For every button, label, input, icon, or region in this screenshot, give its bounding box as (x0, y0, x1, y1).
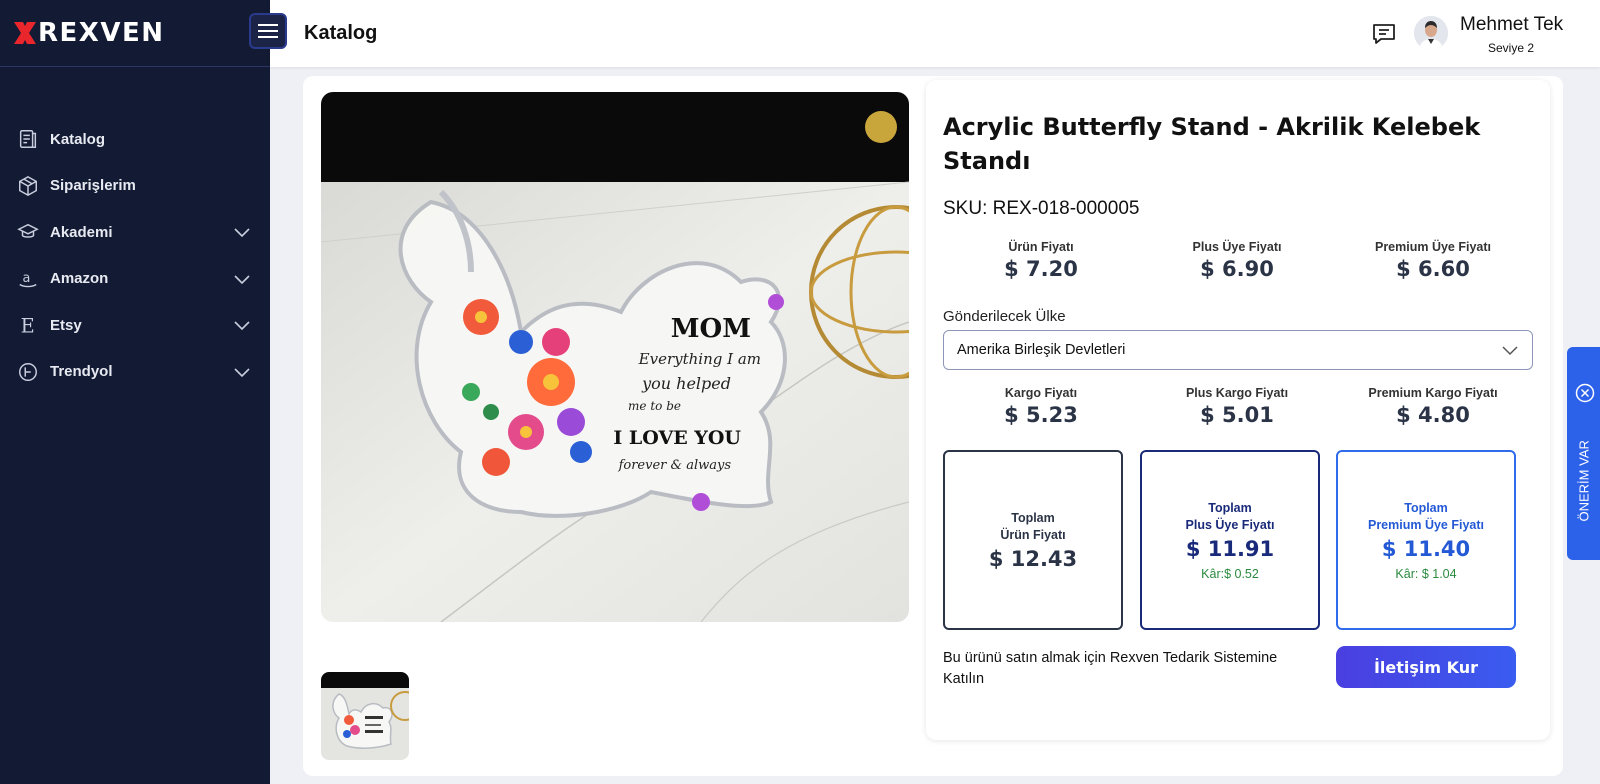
total-label-sub: Premium Üye Fiyatı (1367, 517, 1484, 532)
shipping-standard: Kargo Fiyatı $ 5.23 (943, 386, 1139, 427)
total-box-plus[interactable]: Toplam Plus Üye Fiyatı $ 11.91 Kâr:$ 0.5… (1140, 450, 1320, 630)
shipping-label: Kargo Fiyatı (1004, 386, 1078, 400)
sidebar-item-amazon[interactable]: a Amazon (0, 256, 270, 303)
shipping-value: $ 5.01 (1200, 403, 1274, 427)
feedback-tab-label: ÖNERİM VAR (1576, 440, 1592, 522)
join-message: Bu ürünü satın almak için Rexven Tedarik… (943, 650, 1278, 687)
total-value: $ 11.91 (1185, 536, 1275, 561)
member-price-row: Ürün Fiyatı $ 7.20 Plus Üye Fiyatı $ 6.9… (943, 240, 1533, 281)
avatar[interactable] (1414, 16, 1448, 50)
price-product: Ürün Fiyatı $ 7.20 (943, 240, 1139, 281)
total-label-sub: Plus Üye Fiyatı (1185, 517, 1275, 532)
graduation-cap-icon (16, 220, 40, 244)
sidebar-item-label: Trendyol (50, 363, 113, 381)
close-icon[interactable] (1575, 383, 1595, 403)
user-name: Mehmet Tek (1460, 14, 1564, 35)
price-value: $ 6.90 (1200, 257, 1274, 281)
product-sku: SKU: REX-018-000005 (943, 198, 1140, 219)
chevron-down-icon (1502, 346, 1518, 356)
rexven-logo-icon (14, 22, 36, 44)
price-label: Plus Üye Fiyatı (1192, 240, 1282, 254)
total-profit: Kâr:$ 0.52 (1201, 566, 1259, 581)
shipping-premium: Premium Kargo Fiyatı $ 4.80 (1335, 386, 1531, 427)
image-text-line4: me to be (628, 399, 681, 413)
menu-toggle-button[interactable] (249, 13, 287, 49)
sidebar-item-label: Katalog (50, 130, 106, 148)
chevron-down-icon[interactable] (232, 222, 252, 242)
chat-icon[interactable] (1370, 20, 1398, 48)
image-text-line5: I LOVE YOU (613, 427, 741, 449)
sidebar-item-label: Etsy (50, 316, 82, 334)
user-level: Seviye 2 (1488, 41, 1535, 55)
product-title: Acrylic Butterfly Stand - Akrilik Kelebe… (943, 113, 1481, 175)
svg-text:a: a (23, 271, 31, 286)
svg-text:E: E (21, 315, 35, 337)
amazon-icon: a (16, 267, 40, 291)
shipping-label: Plus Kargo Fiyatı (1185, 386, 1289, 400)
price-premium: Premium Üye Fiyatı $ 6.60 (1335, 240, 1531, 281)
catalog-icon (16, 127, 40, 151)
sidebar-item-katalog[interactable]: Katalog (0, 116, 270, 163)
trendyol-icon (16, 360, 40, 384)
price-label: Premium Üye Fiyatı (1374, 240, 1491, 254)
total-label: Toplam (1208, 500, 1252, 515)
total-label: Toplam (1404, 500, 1448, 515)
sidebar-item-label: Amazon (50, 270, 109, 288)
hamburger-icon (258, 24, 278, 38)
total-profit: Kâr: $ 1.04 (1395, 566, 1457, 581)
image-text-line6: forever & always (618, 458, 732, 473)
total-box-premium[interactable]: Toplam Premium Üye Fiyatı $ 11.40 Kâr: $… (1336, 450, 1516, 630)
image-text-line2: Everything I am (638, 350, 761, 368)
price-value: $ 7.20 (1004, 257, 1078, 281)
price-value: $ 6.60 (1396, 257, 1470, 281)
total-label-sub: Ürün Fiyatı (1000, 527, 1066, 542)
brand-logo[interactable]: REXVEN (0, 0, 270, 67)
chevron-down-icon[interactable] (232, 269, 252, 289)
shipping-value: $ 4.80 (1396, 403, 1470, 427)
sidebar-item-akademi[interactable]: Akademi (0, 209, 270, 256)
country-label: Gönderilecek Ülke (943, 308, 1066, 325)
shipping-value: $ 5.23 (1004, 403, 1078, 427)
country-selected-value: Amerika Birleşik Devletleri (957, 342, 1126, 358)
sidebar-item-etsy[interactable]: E Etsy (0, 302, 270, 349)
feedback-side-tab[interactable]: ÖNERİM VAR (1567, 347, 1600, 560)
sidebar-item-trendyol[interactable]: Trendyol (0, 349, 270, 396)
shipping-plus: Plus Kargo Fiyatı $ 5.01 (1139, 386, 1335, 427)
price-plus: Plus Üye Fiyatı $ 6.90 (1139, 240, 1335, 281)
product-main-image[interactable]: MOM Everything I am you helped me to be … (321, 92, 909, 622)
sidebar-nav: Katalog Siparişlerim Akademi a Amazon E (0, 116, 270, 395)
brand-name: REXVEN (38, 18, 165, 48)
country-select[interactable]: Amerika Birleşik Devletleri (943, 330, 1533, 370)
top-bar: Katalog Mehmet Tek Seviye 2 (270, 0, 1600, 67)
sidebar-item-siparislerim[interactable]: Siparişlerim (0, 163, 270, 210)
product-thumbnail[interactable] (321, 672, 409, 760)
shipping-label: Premium Kargo Fiyatı (1368, 386, 1498, 400)
contact-button[interactable]: İletişim Kur (1336, 646, 1516, 688)
image-text-line3: you helped (641, 374, 731, 393)
image-text-mom: MOM (671, 314, 751, 344)
total-value: $ 12.43 (988, 546, 1078, 571)
chevron-down-icon[interactable] (232, 362, 252, 382)
sidebar: REXVEN Katalog Siparişlerim Akademi a Am… (0, 0, 270, 784)
total-value: $ 11.40 (1381, 536, 1471, 561)
shipping-price-row: Kargo Fiyatı $ 5.23 Plus Kargo Fiyatı $ … (943, 386, 1533, 427)
page-title: Katalog (304, 22, 378, 44)
box-icon (16, 174, 40, 198)
chevron-down-icon[interactable] (232, 315, 252, 335)
sidebar-item-label: Siparişlerim (50, 177, 136, 195)
total-label: Toplam (1011, 510, 1055, 525)
price-label: Ürün Fiyatı (1008, 240, 1074, 254)
total-box-standard[interactable]: Toplam Ürün Fiyatı $ 12.43 (943, 450, 1123, 630)
etsy-icon: E (16, 313, 40, 337)
sidebar-item-label: Akademi (50, 223, 113, 241)
